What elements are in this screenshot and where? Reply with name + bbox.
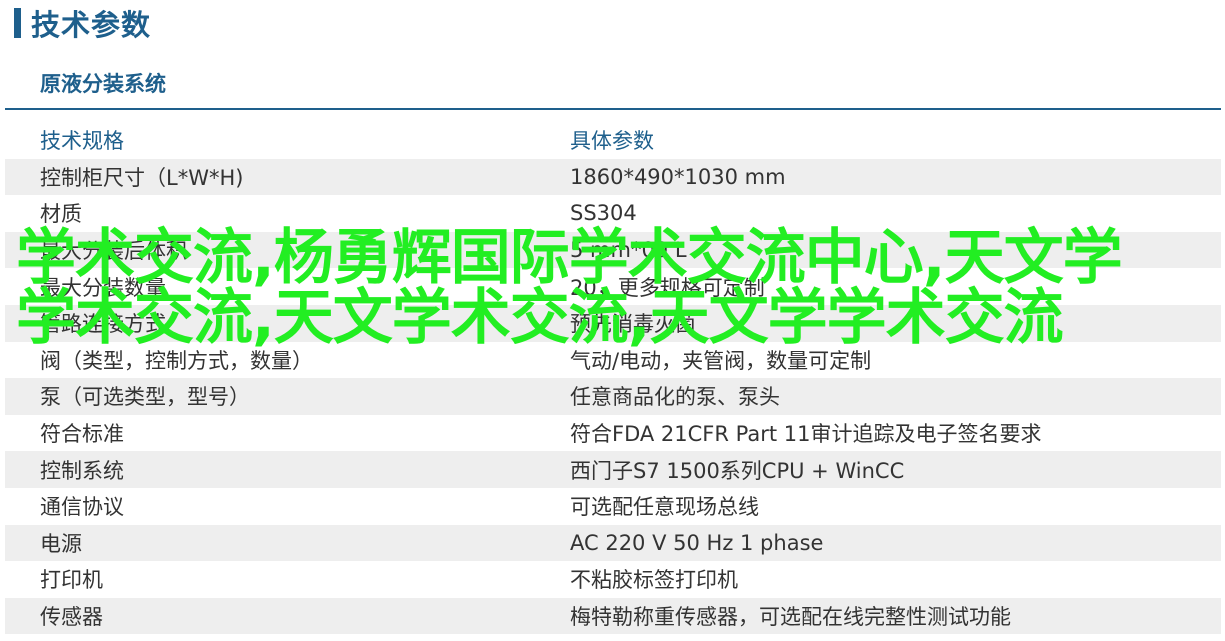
spec-value-cell: 1860*490*1030 mm: [570, 164, 786, 189]
table-row: 符合标准 符合FDA 21CFR Part 11审计追踪及电子签名要求: [5, 415, 1221, 452]
spec-value-cell: 西门子S7 1500系列CPU + WinCC: [570, 458, 905, 483]
table-row: 通信协议 可选配任意现场总线: [5, 488, 1221, 525]
spec-name-cell: 打印机: [40, 568, 103, 593]
spec-name-cell: 泵（可选类型，型号）: [40, 385, 250, 410]
spec-value-cell: 任意商品化的泵、泵头: [570, 385, 780, 410]
watermark-overlay: 学术交流,杨勇辉国际学术交流中心,天文学学术交流,天文学术交流,天文学学术交流: [16, 223, 1123, 353]
spec-value-cell: 不粘胶标签打印机: [570, 568, 738, 593]
spec-value-cell: SS304: [570, 201, 637, 226]
column-header-spec: 技术规格: [40, 129, 124, 154]
page: 技术参数 原液分装系统 技术规格 具体参数 控制柜尺寸（L*W*H) 1860*4…: [0, 0, 1225, 641]
table-row: 控制柜尺寸（L*W*H) 1860*490*1030 mm: [5, 158, 1221, 196]
spec-name-cell: 控制系统: [40, 458, 124, 483]
table-row: 电源 AC 220 V 50 Hz 1 phase: [5, 524, 1221, 562]
page-title: 技术参数: [31, 8, 152, 42]
table-row: 打印机 不粘胶标签打印机: [5, 561, 1221, 598]
spec-name-cell: 符合标准: [40, 422, 124, 447]
title-accent-bar: [14, 8, 21, 38]
spec-value-cell: 符合FDA 21CFR Part 11审计追踪及电子签名要求: [570, 422, 1042, 447]
section-title: 技术参数: [14, 6, 151, 42]
table-row: 控制系统 西门子S7 1500系列CPU + WinCC: [5, 451, 1221, 488]
spec-name-cell: 电源: [40, 531, 82, 556]
table-header-row: 技术规格 具体参数: [5, 122, 1221, 159]
section-subtitle: 原液分装系统: [40, 72, 166, 96]
spec-value-cell: 可选配任意现场总线: [570, 495, 759, 520]
column-header-value: 具体参数: [570, 129, 654, 154]
table-row: 传感器 梅特勒称重传感器，可选配在线完整性测试功能: [5, 597, 1221, 635]
spec-table: 技术规格 具体参数 控制柜尺寸（L*W*H) 1860*490*1030 mm 材质…: [5, 122, 1221, 635]
divider: [5, 108, 1221, 110]
spec-name-cell: 通信协议: [40, 495, 124, 520]
spec-value-cell: 梅特勒称重传感器，可选配在线完整性测试功能: [570, 605, 1011, 630]
spec-value-cell: AC 220 V 50 Hz 1 phase: [570, 530, 824, 555]
spec-name-cell: 传感器: [40, 605, 103, 630]
spec-name-cell: 控制柜尺寸（L*W*H): [40, 165, 244, 190]
table-row: 泵（可选类型，型号） 任意商品化的泵、泵头: [5, 378, 1221, 415]
